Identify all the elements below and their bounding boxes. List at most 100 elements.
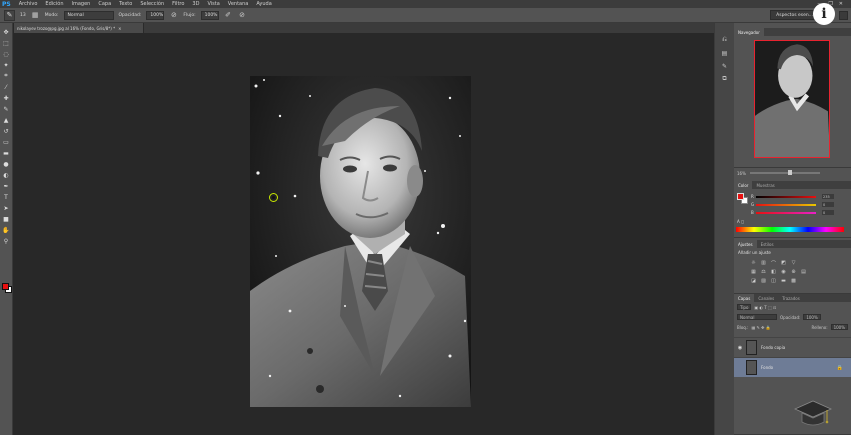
brush-preset-icon[interactable]: ✎	[4, 9, 15, 21]
tab-paths[interactable]: Trazados	[778, 294, 804, 302]
brightness-icon[interactable]: ☼	[750, 260, 757, 266]
exposure-icon[interactable]: ◩	[780, 260, 787, 266]
pressure-opacity-icon[interactable]: ⊘	[169, 11, 178, 20]
hand-tool-icon[interactable]: ✋	[2, 225, 11, 235]
warning-icon[interactable]: A ◻	[737, 219, 744, 224]
threshold-icon[interactable]: ◫	[770, 278, 777, 284]
channel-g-value[interactable]: 0	[822, 202, 834, 207]
channel-g-slider[interactable]	[756, 204, 816, 206]
tab-navigator[interactable]: Navegador	[734, 28, 764, 36]
lasso-tool-icon[interactable]: ◌	[2, 49, 11, 59]
info-icon[interactable]: i	[813, 3, 835, 25]
posterize-icon[interactable]: ▨	[760, 278, 767, 284]
fill-field[interactable]: 100%	[830, 324, 848, 330]
curves-icon[interactable]: ⌒	[770, 260, 777, 267]
brush-panel-icon[interactable]: ✎	[720, 61, 730, 71]
visibility-eye-icon[interactable]: ◉	[734, 345, 746, 351]
color-spectrum[interactable]	[736, 227, 844, 232]
lock-icons[interactable]: ▦ ✎ ✥ 🔒	[751, 325, 770, 330]
zoom-slider[interactable]	[749, 170, 820, 175]
tab-color[interactable]: Color	[734, 181, 753, 189]
marquee-tool-icon[interactable]: ⬚	[2, 38, 11, 48]
eyedropper-icon[interactable]: ⁄	[2, 82, 11, 92]
dodge-icon[interactable]: ◐	[2, 170, 11, 180]
menu-ventana[interactable]: Ventana	[224, 1, 253, 7]
flow-field[interactable]: 100%	[200, 10, 219, 20]
channel-b-slider[interactable]	[756, 212, 816, 214]
zoom-value[interactable]: 16%	[737, 171, 746, 176]
clone-source-icon[interactable]: ⧉	[720, 74, 730, 84]
hue-saturation-icon[interactable]: ▦	[750, 269, 757, 275]
blend-mode-select[interactable]: Normal	[737, 314, 777, 320]
opacity-field[interactable]: 100%	[146, 10, 165, 20]
crop-tool-icon[interactable]: ⌗	[2, 71, 11, 81]
mode-select[interactable]: Normal	[63, 10, 114, 20]
invert-icon[interactable]: ◪	[750, 278, 757, 284]
layer-opacity-field[interactable]: 100%	[803, 314, 821, 320]
layer-row[interactable]: Fondo 🔒	[734, 357, 851, 377]
selective-color-icon[interactable]: ▩	[790, 278, 797, 284]
photo-filter-icon[interactable]: ◉	[780, 269, 787, 275]
tab-styles[interactable]: Estilos	[757, 240, 778, 248]
channel-b-value[interactable]: 0	[822, 210, 834, 215]
properties-panel-icon[interactable]: ▤	[720, 48, 730, 58]
channel-mixer-icon[interactable]: ⊕	[790, 269, 797, 275]
pen-tool-icon[interactable]: ✒	[2, 181, 11, 191]
layer-row[interactable]: ◉ Fondo copia	[734, 337, 851, 357]
color-balance-icon[interactable]: ⚖	[760, 269, 767, 275]
menu-edicion[interactable]: Edición	[41, 1, 67, 7]
type-tool-icon[interactable]: T	[2, 192, 11, 202]
tab-adjustments[interactable]: Ajustes	[734, 240, 757, 248]
channel-r-value[interactable]: 235	[822, 194, 834, 199]
menu-imagen[interactable]: Imagen	[68, 1, 95, 7]
vibrance-icon[interactable]: ▽	[790, 260, 797, 266]
gradient-map-icon[interactable]: ▬	[780, 278, 787, 284]
color-panel-fg[interactable]	[737, 193, 744, 200]
menu-capa[interactable]: Capa	[94, 1, 115, 7]
filter-icons[interactable]: ▣ ◐ T ⬚ ⊡	[754, 305, 776, 310]
path-select-icon[interactable]: ➤	[2, 203, 11, 213]
document-tab[interactable]: nikolayev trozo@pg.jpg al 16% (Fondo, Gr…	[14, 23, 144, 33]
zoom-tool-icon[interactable]: ⚲	[2, 236, 11, 246]
menu-archivo[interactable]: Archivo	[15, 1, 42, 7]
gradient-icon[interactable]: ▬	[2, 148, 11, 158]
color-lookup-icon[interactable]: ▤	[800, 269, 807, 275]
tab-channels[interactable]: Canales	[754, 294, 778, 302]
healing-brush-icon[interactable]: ✚	[2, 93, 11, 103]
close-window-button[interactable]: ✕	[839, 1, 843, 7]
shape-tool-icon[interactable]: ■	[2, 214, 11, 224]
close-tab-icon[interactable]: ×	[118, 26, 121, 31]
black-white-icon[interactable]: ◧	[770, 269, 777, 275]
clone-stamp-icon[interactable]: ▲	[2, 115, 11, 125]
menu-vista[interactable]: Vista	[203, 1, 223, 7]
tab-swatches[interactable]: Muestras	[752, 181, 778, 189]
menu-3d[interactable]: 3D	[188, 1, 203, 7]
pressure-size-icon[interactable]: ⊘	[238, 11, 247, 20]
photo-canvas[interactable]	[250, 76, 471, 407]
levels-icon[interactable]: ▥	[760, 260, 767, 266]
brush-tool-icon[interactable]: ✎	[2, 104, 11, 114]
history-panel-icon[interactable]: ⎌	[720, 35, 730, 45]
eraser-icon[interactable]: ▭	[2, 137, 11, 147]
workspace-switcher[interactable]: Aspectos esen...	[770, 10, 819, 20]
menu-ayuda[interactable]: Ayuda	[252, 1, 275, 7]
tab-layers[interactable]: Capas	[734, 294, 755, 302]
panel-menu-button[interactable]	[839, 11, 848, 20]
layer-kind-select[interactable]: Tipo	[737, 304, 752, 310]
blur-icon[interactable]: ●	[2, 159, 11, 169]
zoom-slider-knob[interactable]	[787, 170, 792, 175]
quick-select-icon[interactable]: ✦	[2, 60, 11, 70]
move-tool-icon[interactable]: ✥	[2, 27, 11, 37]
foreground-color-swatch[interactable]	[2, 283, 9, 290]
history-brush-icon[interactable]: ↺	[2, 126, 11, 136]
brush-size[interactable]: 13	[20, 13, 26, 18]
brush-panel-icon[interactable]: ▦	[31, 11, 40, 20]
airbrush-icon[interactable]: ✐	[224, 11, 233, 20]
menu-texto[interactable]: Texto	[115, 1, 136, 7]
navigator-view-box[interactable]	[754, 40, 830, 158]
menu-filtro[interactable]: Filtro	[168, 1, 188, 7]
channel-r-slider[interactable]	[756, 196, 816, 198]
collapsed-panel-dock: ⎌ ▤ ✎ ⧉	[714, 23, 734, 435]
menu-seleccion[interactable]: Selección	[136, 1, 168, 7]
canvas-area[interactable]	[14, 33, 714, 435]
